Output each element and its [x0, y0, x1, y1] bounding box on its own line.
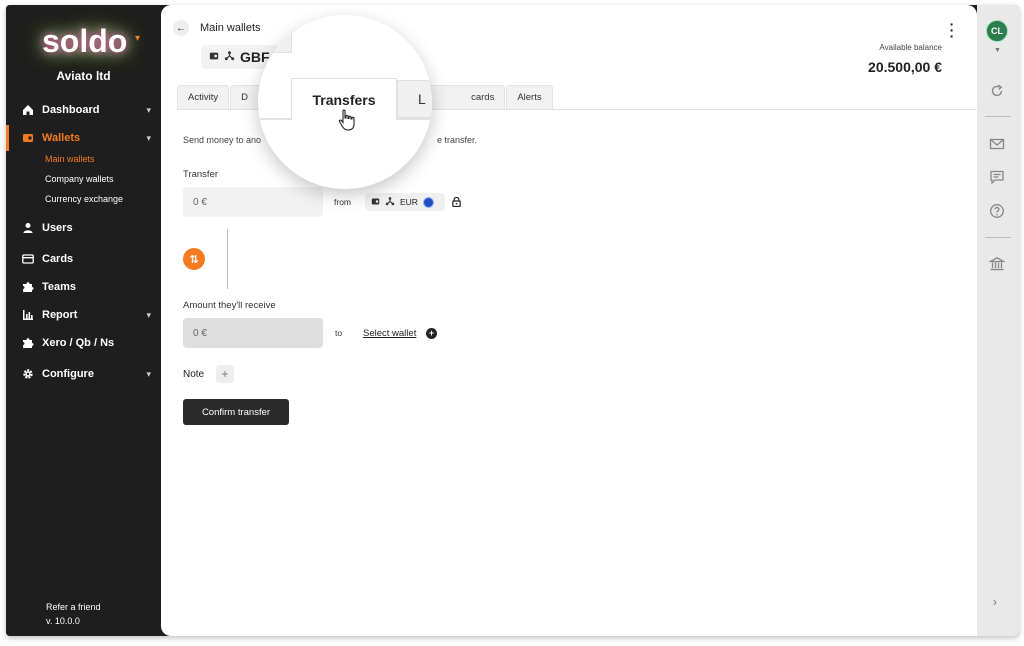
- logo[interactable]: soldo ▾: [34, 23, 142, 63]
- plus-icon: +: [221, 367, 229, 381]
- wallet-icon: [21, 131, 35, 145]
- hand-pointer-icon: [338, 109, 355, 131]
- sidebar-item-label: Users: [42, 222, 73, 234]
- network-icon: [224, 50, 235, 64]
- sidebar-item-configure[interactable]: Configure ▾: [6, 361, 161, 387]
- mail-icon[interactable]: [989, 136, 1005, 152]
- gear-icon: [21, 367, 35, 381]
- sidebar-subitem-currency-exchange[interactable]: Currency exchange: [45, 194, 123, 204]
- refresh-icon[interactable]: [989, 83, 1005, 99]
- wallet-icon: [371, 197, 380, 208]
- sidebar-item-report[interactable]: Report ▾: [6, 302, 161, 328]
- network-icon: [385, 196, 395, 208]
- sidebar-item-label: Cards: [42, 253, 74, 265]
- version-text: v. 10.0.0: [46, 616, 80, 626]
- chevron-down-icon: ▾: [146, 369, 151, 379]
- sidebar-item-wallets[interactable]: Wallets ▾: [6, 125, 161, 151]
- add-note-button[interactable]: +: [216, 365, 234, 383]
- source-currency: EUR: [400, 197, 418, 207]
- divider: [985, 237, 1011, 238]
- transfer-label: Transfer: [183, 169, 219, 180]
- sidebar-item-integrations[interactable]: Xero / Qb / Ns: [6, 330, 161, 356]
- card-icon: [21, 252, 35, 266]
- sidebar-item-label: Report: [42, 309, 78, 321]
- main-panel: ← Main wallets GBF · · · Available balance…: [161, 5, 977, 636]
- bank-icon[interactable]: [989, 256, 1005, 272]
- breadcrumb[interactable]: Main wallets: [200, 22, 261, 34]
- sidebar-subitem-company-wallets[interactable]: Company wallets: [45, 174, 114, 184]
- sidebar-subitem-main-wallets[interactable]: Main wallets: [45, 154, 95, 164]
- wallet-icon: [209, 51, 219, 64]
- swap-button[interactable]: ⇅: [183, 248, 205, 270]
- more-options-icon[interactable]: · · ·: [949, 17, 955, 43]
- tab-alerts[interactable]: Alerts: [506, 85, 553, 109]
- intro-text: Send money to ano: [183, 135, 262, 145]
- logo-text: soldo: [42, 23, 128, 59]
- arrow-left-icon: ←: [176, 22, 186, 34]
- magnified-tab-limits: L: [397, 80, 432, 118]
- home-icon: [21, 103, 35, 117]
- sidebar-item-label: Dashboard: [42, 104, 100, 116]
- magnifier-callout: Do L Transfers: [258, 15, 432, 189]
- sidebar-item-label: Teams: [42, 281, 77, 293]
- available-balance-label: Available balance: [879, 43, 942, 52]
- magnified-tab-documents: Do: [258, 15, 292, 53]
- right-rail: CL ▼ ›: [977, 5, 1019, 636]
- chevron-down-icon: ▾: [135, 33, 141, 44]
- swap-arrows-icon: ⇅: [189, 253, 199, 266]
- company-name: Aviato ltd: [56, 69, 111, 83]
- chevron-down-icon: ▾: [146, 105, 151, 115]
- chevron-down-icon: ▾: [146, 310, 151, 320]
- note-label: Note: [183, 369, 205, 380]
- available-balance-value: 20.500,00 €: [868, 59, 942, 75]
- eu-flag-icon: [422, 196, 434, 208]
- receive-label: Amount they'll receive: [183, 300, 276, 311]
- to-label: to: [335, 328, 343, 338]
- bar-chart-icon: [21, 308, 35, 322]
- sidebar-item-label: Configure: [42, 368, 94, 380]
- app-window: soldo ▾ Aviato ltd Dashboard ▾ Wallets ▾…: [6, 5, 1019, 636]
- sidebar-item-users[interactable]: Users: [6, 215, 161, 241]
- flow-line: [227, 229, 228, 289]
- chat-icon[interactable]: [989, 169, 1005, 185]
- puzzle-icon: [21, 280, 35, 294]
- sidebar-item-cards[interactable]: Cards: [6, 246, 161, 272]
- add-icon[interactable]: +: [426, 328, 437, 339]
- sidebar-item-label: Xero / Qb / Ns: [42, 337, 115, 349]
- select-wallet-link[interactable]: Select wallet: [363, 328, 416, 339]
- divider: [985, 116, 1011, 117]
- source-wallet-chip[interactable]: EUR: [365, 193, 445, 211]
- chevron-down-icon[interactable]: ▼: [994, 47, 1001, 54]
- lock-icon: [452, 196, 461, 207]
- receive-amount-field: 0 €: [183, 318, 323, 348]
- user-icon: [21, 221, 35, 235]
- from-label: from: [334, 197, 351, 207]
- intro-text-end: e transfer.: [437, 135, 478, 145]
- back-button[interactable]: ←: [173, 20, 189, 36]
- sidebar-item-label: Wallets: [42, 132, 81, 144]
- refer-link[interactable]: Refer a friend: [46, 602, 101, 612]
- avatar[interactable]: CL: [986, 20, 1008, 42]
- sidebar-item-teams[interactable]: Teams: [6, 274, 161, 300]
- sidebar-item-dashboard[interactable]: Dashboard ▾: [6, 97, 161, 123]
- chevron-down-icon: ▾: [146, 133, 151, 143]
- puzzle-icon: [21, 336, 35, 350]
- tab-activity[interactable]: Activity: [177, 85, 230, 109]
- confirm-transfer-button[interactable]: Confirm transfer: [183, 399, 289, 425]
- tab-cards[interactable]: cards: [420, 85, 506, 109]
- sidebar: soldo ▾ Aviato ltd Dashboard ▾ Wallets ▾…: [6, 5, 161, 636]
- help-icon[interactable]: [989, 203, 1005, 219]
- transfer-amount-input[interactable]: 0 €: [183, 187, 323, 217]
- chevron-right-icon[interactable]: ›: [993, 595, 997, 609]
